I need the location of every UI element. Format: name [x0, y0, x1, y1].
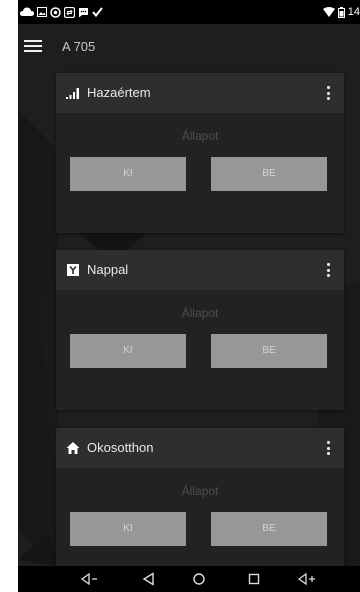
scene-card-hazaertem: Hazaértem Állapot KI BE — [56, 73, 344, 233]
card-title: Okosotthon — [87, 440, 154, 455]
status-clock: 14 — [347, 6, 360, 18]
volume-up-icon[interactable] — [296, 569, 322, 589]
chat-icon — [78, 7, 89, 18]
scene-card-nappal: Nappal Állapot KI BE — [56, 250, 344, 410]
signal-bars-icon — [66, 86, 80, 100]
back-icon[interactable] — [136, 569, 162, 589]
status-label: Állapot — [181, 306, 219, 320]
more-options-icon[interactable] — [318, 260, 338, 280]
home-icon — [66, 441, 80, 455]
card-header: Hazaértem — [56, 73, 344, 113]
status-label: Állapot — [181, 484, 219, 498]
on-button[interactable]: BE — [211, 512, 327, 546]
status-icons-left — [20, 4, 103, 20]
app-bar: A 705 — [18, 24, 360, 72]
hamburger-menu-icon[interactable] — [24, 36, 44, 56]
on-button[interactable]: BE — [211, 157, 327, 191]
cloud-icon — [20, 7, 34, 17]
off-button[interactable]: KI — [70, 512, 186, 546]
navigation-bar — [18, 566, 360, 592]
off-button[interactable]: KI — [70, 157, 186, 191]
app-screen: 14 A 705 Hazaértem Állapot KI BE Nappal … — [18, 0, 360, 592]
card-header: Nappal — [56, 250, 344, 290]
more-options-icon[interactable] — [318, 83, 338, 103]
wifi-icon — [322, 7, 335, 17]
status-icons-right: 14 — [322, 4, 360, 20]
sync-icon — [64, 6, 75, 18]
status-label: Állapot — [181, 129, 219, 143]
card-header: Okosotthon — [56, 428, 344, 468]
on-button[interactable]: BE — [211, 334, 327, 368]
y-box-icon — [66, 263, 80, 277]
page-title: A 705 — [62, 39, 96, 54]
card-title: Nappal — [87, 262, 129, 277]
battery-icon — [337, 6, 345, 18]
image-icon — [37, 7, 47, 17]
scene-card-okosotthon: Okosotthon Állapot KI BE — [56, 428, 344, 588]
status-bar: 14 — [18, 0, 360, 24]
check-icon — [92, 7, 103, 17]
circle-dot-icon — [50, 6, 61, 18]
more-options-icon[interactable] — [318, 438, 338, 458]
home-circle-icon[interactable] — [186, 569, 212, 589]
volume-down-icon[interactable] — [78, 569, 104, 589]
card-title: Hazaértem — [87, 85, 151, 100]
recents-icon[interactable] — [241, 569, 267, 589]
off-button[interactable]: KI — [70, 334, 186, 368]
